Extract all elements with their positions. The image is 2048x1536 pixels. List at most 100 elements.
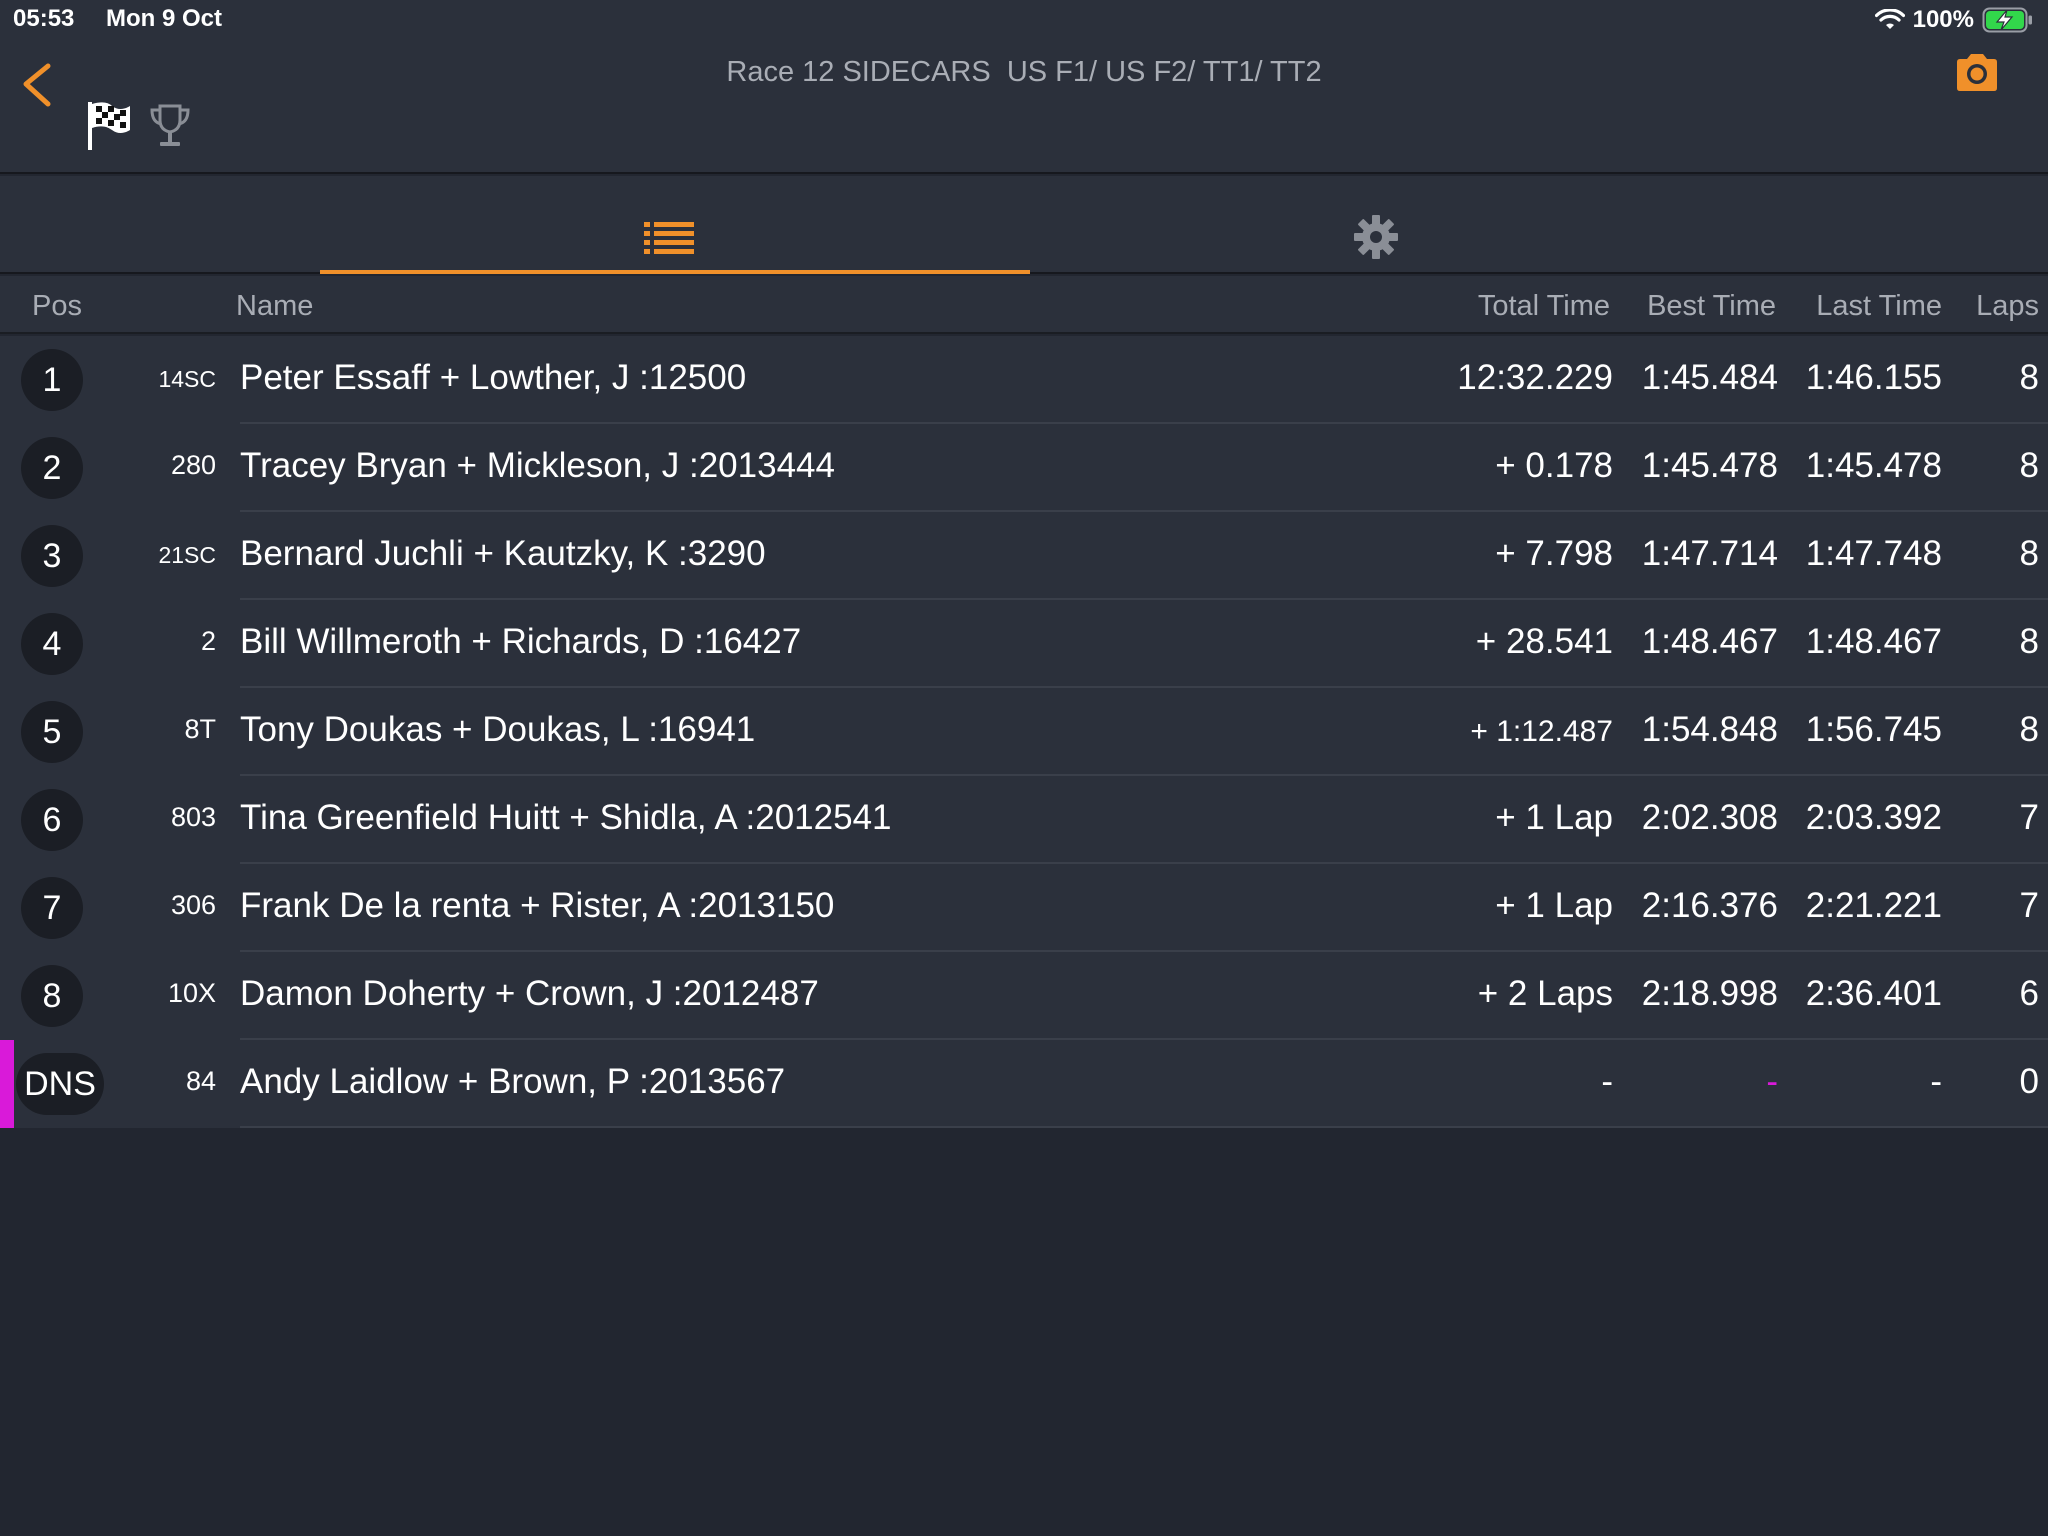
total-time: + 0.178 [1495,446,1613,485]
racer-name: Peter Essaff + Lowther, J :12500 [240,358,747,397]
total-time: + 1 Lap [1495,798,1613,837]
total-time: + 28.541 [1475,622,1613,661]
camera-button[interactable] [1953,52,2001,94]
laps: 7 [2019,886,2039,925]
position-badge: 3 [21,525,83,587]
status-time: 05:53 [13,5,75,32]
wifi-icon [1874,9,1905,29]
table-row[interactable]: 6 803 Tina Greenfield Huitt + Shidla, A … [0,776,2048,864]
race-header: Race 12 SIDECARS US F1/ US F2/ TT1/ TT2 [0,40,2048,174]
racer-number: 8T [184,714,216,744]
battery-percent: 100% [1912,6,1974,33]
tab-results-list[interactable] [320,176,1030,274]
column-header-name: Name [236,290,314,322]
laps: 7 [2019,798,2039,837]
last-time: 2:03.392 [1805,798,1942,837]
total-time: + 1:12.487 [1470,715,1613,748]
best-time: 1:54.848 [1641,710,1778,749]
laps: 8 [2019,534,2039,573]
racer-number: 21SC [158,542,216,568]
total-time: - [1601,1062,1613,1101]
position-badge: DNS [16,1053,104,1115]
battery-charging-icon [1982,7,2032,33]
best-time: - [1766,1062,1778,1101]
best-time: 2:16.376 [1641,886,1778,925]
status-date: Mon 9 Oct [106,5,223,32]
best-time: 2:18.998 [1641,974,1778,1013]
racer-number: 14SC [158,366,216,392]
laps: 8 [2019,358,2039,397]
table-row[interactable]: 4 2 Bill Willmeroth + Richards, D :16427… [0,600,2048,688]
racer-number: 306 [170,890,216,920]
results-table: 1 14SC Peter Essaff + Lowther, J :12500 … [0,336,2048,1128]
column-header-last-time: Last Time [1816,290,1942,322]
tab-bar [0,176,2048,274]
position-badge: 5 [21,701,83,763]
best-time: 1:45.478 [1641,446,1778,485]
table-row[interactable]: 5 8T Tony Doukas + Doukas, L :16941 + 1:… [0,688,2048,776]
checkered-flag-icon[interactable] [86,100,132,152]
best-time: 2:02.308 [1641,798,1778,837]
column-header-laps: Laps [1976,290,2039,322]
table-row[interactable]: 2 280 Tracey Bryan + Mickleson, J :20134… [0,424,2048,512]
laps: 8 [2019,446,2039,485]
racer-name: Damon Doherty + Crown, J :2012487 [240,974,819,1013]
gear-icon [1354,215,1398,259]
table-row[interactable]: 1 14SC Peter Essaff + Lowther, J :12500 … [0,336,2048,424]
best-time: 1:45.484 [1641,358,1778,397]
racer-name: Bernard Juchli + Kautzky, K :3290 [240,534,766,573]
table-row[interactable]: 8 10X Damon Doherty + Crown, J :2012487 … [0,952,2048,1040]
table-row[interactable]: 7 306 Frank De la renta + Rister, A :201… [0,864,2048,952]
dns-marker [0,1040,14,1128]
total-time: + 2 Laps [1477,974,1613,1013]
column-header-total-time: Total Time [1477,290,1610,322]
position-badge: 1 [21,349,83,411]
racer-name: Tina Greenfield Huitt + Shidla, A :20125… [240,798,892,837]
last-time: 2:36.401 [1805,974,1942,1013]
last-time: 1:47.748 [1805,534,1942,573]
racer-number: 84 [185,1066,216,1096]
table-row[interactable]: 3 21SC Bernard Juchli + Kautzky, K :3290… [0,512,2048,600]
last-time: 2:21.221 [1805,886,1942,925]
racer-number: 803 [170,802,216,832]
position-badge: 7 [21,877,83,939]
racer-name: Tony Doukas + Doukas, L :16941 [240,710,756,749]
racer-name: Frank De la renta + Rister, A :2013150 [240,886,835,925]
status-right: 100% [1874,4,2034,36]
laps: 8 [2019,710,2039,749]
last-time: 1:46.155 [1805,358,1942,397]
best-time: 1:47.714 [1641,534,1778,573]
best-time: 1:48.467 [1641,622,1778,661]
position-badge: 6 [21,789,83,851]
last-time: - [1930,1062,1942,1101]
racer-name: Tracey Bryan + Mickleson, J :2013444 [240,446,835,485]
camera-icon [1957,54,1997,91]
results-table-header: Pos Name Total Time Best Time Last Time … [0,276,2048,334]
laps: 8 [2019,622,2039,661]
race-title: Race 12 SIDECARS US F1/ US F2/ TT1/ TT2 [726,56,1322,88]
racer-name: Andy Laidlow + Brown, P :2013567 [240,1062,786,1101]
total-time: 12:32.229 [1457,358,1613,397]
tab-settings[interactable] [1030,176,1720,274]
position-badge: 4 [21,613,83,675]
last-time: 1:56.745 [1805,710,1942,749]
table-row[interactable]: DNS 84 Andy Laidlow + Brown, P :2013567 … [0,1040,2048,1128]
racer-number: 10X [167,978,216,1008]
position-badge: 8 [21,965,83,1027]
column-header-pos: Pos [32,290,82,322]
racer-number: 2 [200,626,216,656]
last-time: 1:48.467 [1805,622,1942,661]
last-time: 1:45.478 [1805,446,1942,485]
trophy-icon[interactable] [148,102,192,150]
racer-name: Bill Willmeroth + Richards, D :16427 [240,622,802,661]
laps: 6 [2019,974,2039,1013]
list-icon [644,222,694,254]
column-header-best-time: Best Time [1647,290,1776,322]
status-bar: 05:53 Mon 9 Oct 100% [0,0,2048,40]
active-tab-indicator [320,270,1030,274]
position-badge: 2 [21,437,83,499]
total-time: + 1 Lap [1495,886,1613,925]
racer-number: 280 [170,450,216,480]
laps: 0 [2019,1062,2039,1101]
total-time: + 7.798 [1495,534,1613,573]
